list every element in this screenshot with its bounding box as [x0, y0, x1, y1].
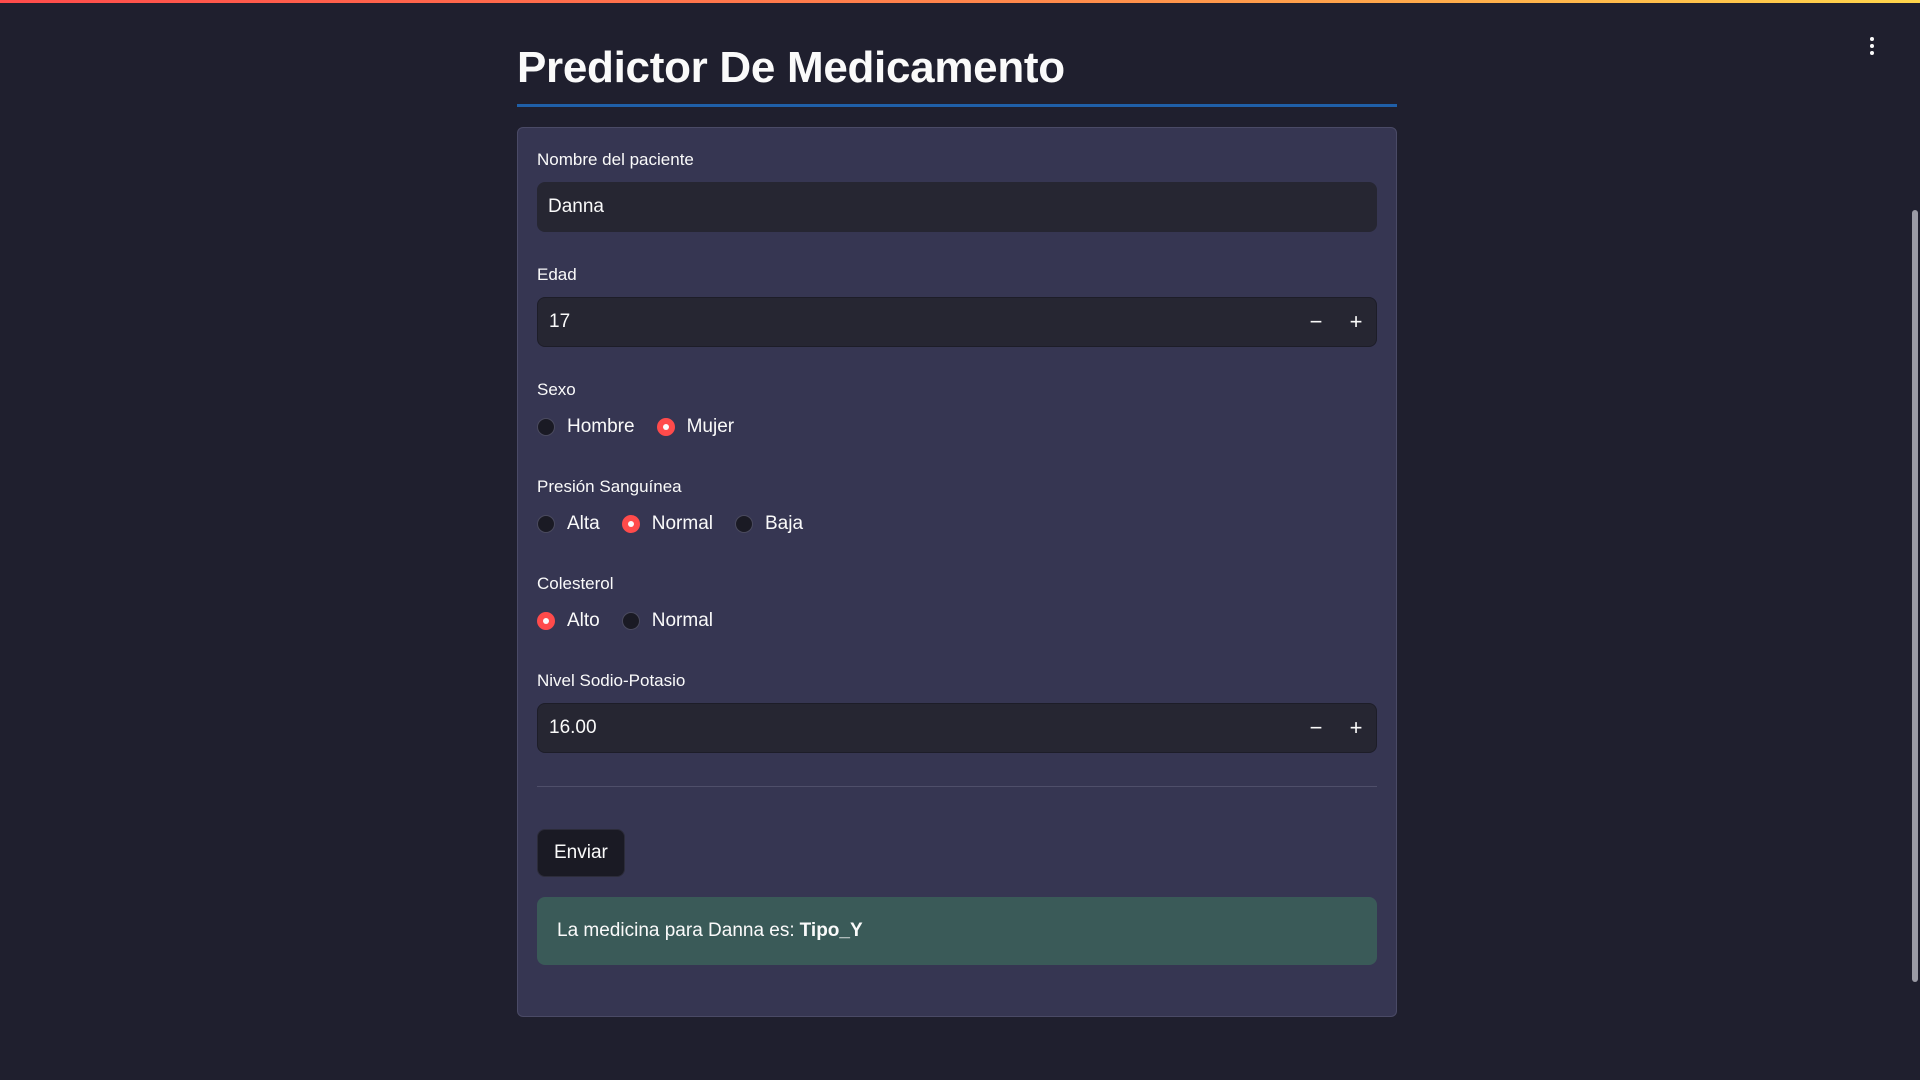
page-title: Predictor De Medicamento — [517, 43, 1065, 92]
form-divider — [537, 786, 1377, 787]
patient-name-value: Danna — [548, 196, 604, 217]
sex-option-label: Hombre — [567, 416, 635, 437]
title-underline — [517, 104, 1397, 107]
age-number-input[interactable]: 17 − + — [537, 297, 1377, 347]
main-container: Predictor De Medicamento Nombre del paci… — [517, 0, 1397, 1017]
cholesterol-option-label: Normal — [651, 610, 713, 631]
blood-pressure-option-baja[interactable]: Baja — [734, 513, 804, 535]
cholesterol-option-normal[interactable]: Normal — [621, 610, 713, 632]
radio-selected-icon[interactable] — [537, 612, 555, 630]
main-menu-button[interactable] — [1858, 30, 1886, 62]
blood-pressure-radio-group: Alta Normal Baja — [537, 509, 1377, 539]
sodium-potassium-number-input[interactable]: 16.00 − + — [537, 703, 1377, 753]
cholesterol-label: Colesterol — [537, 574, 614, 593]
blood-pressure-option-label: Alta — [567, 513, 600, 534]
age-increment-button[interactable]: + — [1336, 298, 1376, 346]
age-label: Edad — [537, 265, 577, 284]
radio-selected-icon[interactable] — [621, 515, 640, 533]
age-decrement-button[interactable]: − — [1296, 298, 1336, 346]
cholesterol-option-label: Alto — [567, 610, 600, 631]
result-prefix: La medicina para Danna es: — [557, 920, 795, 941]
kebab-menu-icon-dot — [1870, 51, 1874, 55]
kebab-menu-icon — [1870, 37, 1874, 41]
radio-unselected-icon[interactable] — [734, 515, 753, 533]
age-value[interactable]: 17 — [538, 311, 1296, 333]
sex-option-mujer[interactable]: Mujer — [656, 416, 735, 438]
sodium-potassium-decrement-button[interactable]: − — [1296, 704, 1336, 752]
sodium-potassium-value[interactable]: 16.00 — [538, 717, 1296, 739]
sodium-potassium-increment-button[interactable]: + — [1336, 704, 1376, 752]
page-scrollbar[interactable] — [1912, 210, 1918, 982]
sodium-potassium-label: Nivel Sodio-Potasio — [537, 671, 686, 690]
radio-unselected-icon[interactable] — [537, 515, 555, 533]
submit-button[interactable]: Enviar — [537, 829, 625, 877]
radio-selected-icon[interactable] — [656, 418, 675, 436]
sex-option-label: Mujer — [686, 416, 735, 437]
blood-pressure-option-normal[interactable]: Normal — [621, 513, 713, 535]
sex-radio-group: Hombre Mujer — [537, 412, 1377, 442]
patient-name-input[interactable]: Danna — [537, 182, 1377, 232]
blood-pressure-option-alta[interactable]: Alta — [537, 513, 600, 535]
sex-option-hombre[interactable]: Hombre — [537, 416, 635, 438]
sex-label: Sexo — [537, 380, 576, 399]
radio-unselected-icon[interactable] — [537, 418, 555, 436]
patient-name-label: Nombre del paciente — [537, 150, 694, 169]
prediction-form: Nombre del paciente Danna Edad 17 − + Se… — [517, 127, 1397, 1017]
result-message: La medicina para Danna es: Tipo_Y — [537, 897, 1377, 965]
radio-unselected-icon[interactable] — [621, 612, 640, 630]
kebab-menu-icon-dot — [1870, 44, 1874, 48]
blood-pressure-option-label: Baja — [764, 513, 804, 534]
blood-pressure-option-label: Normal — [651, 513, 713, 534]
cholesterol-option-alto[interactable]: Alto — [537, 610, 600, 632]
blood-pressure-label: Presión Sanguínea — [537, 477, 682, 496]
cholesterol-radio-group: Alto Normal — [537, 606, 1377, 636]
result-value: Tipo_Y — [799, 920, 863, 941]
